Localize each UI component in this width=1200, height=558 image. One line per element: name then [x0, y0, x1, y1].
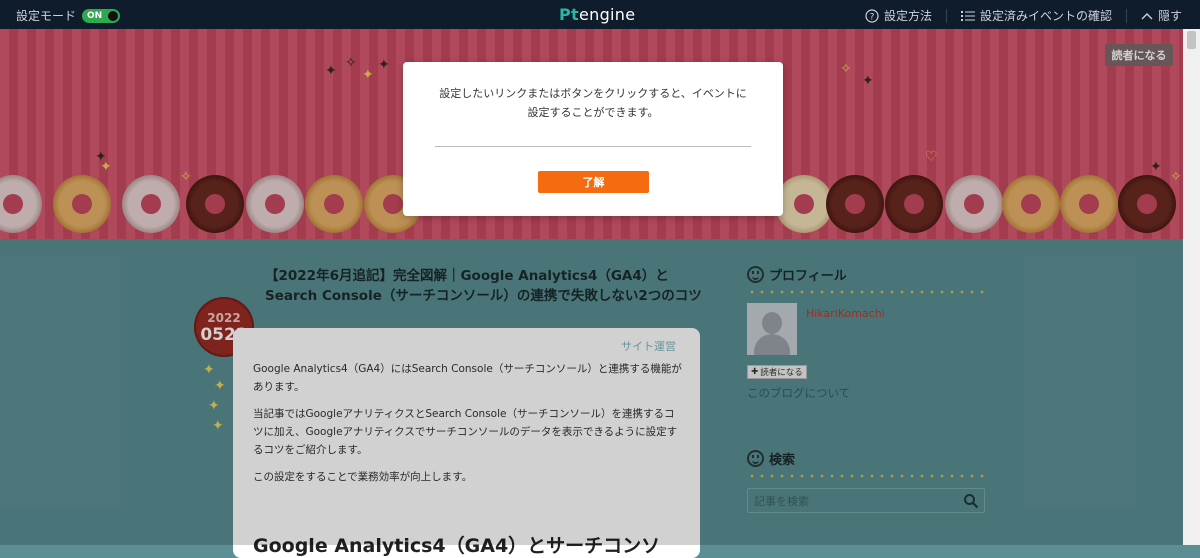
- setting-mode: 設定モード ON: [16, 7, 121, 24]
- dialog-message-line: 設定したいリンクまたはボタンをクリックすると、イベントに: [439, 87, 747, 100]
- hide-toolbar-button[interactable]: 隠す: [1141, 7, 1182, 24]
- ok-button[interactable]: 了解: [538, 171, 649, 193]
- toggle-state-label: ON: [87, 10, 103, 21]
- chevron-up-icon: [1141, 12, 1153, 19]
- hide-label: 隠す: [1157, 9, 1182, 23]
- toggle-knob: [108, 10, 119, 21]
- scrollbar-thumb[interactable]: [1187, 31, 1196, 49]
- page-scrollbar[interactable]: [1183, 29, 1200, 545]
- logo-prefix: Pt: [559, 5, 579, 24]
- list-icon: [960, 10, 975, 21]
- dialog-message: 設定したいリンクまたはボタンをクリックすると、イベントに 設定することができます…: [423, 84, 763, 122]
- setting-mode-toggle[interactable]: ON: [82, 8, 121, 23]
- logo-suffix: engine: [578, 5, 636, 24]
- event-setting-dialog: 設定したいリンクまたはボタンをクリックすると、イベントに 設定することができます…: [403, 62, 783, 216]
- help-label: 設定方法: [883, 9, 932, 23]
- svg-text:?: ?: [870, 12, 875, 22]
- setting-mode-label: 設定モード: [16, 9, 77, 23]
- events-list-button[interactable]: 設定済みイベントの確認: [960, 7, 1112, 24]
- toolbar-divider: [945, 8, 947, 23]
- question-circle-icon: ?: [865, 8, 879, 23]
- help-button[interactable]: ? 設定方法: [865, 7, 932, 24]
- ptengine-toolbar: 設定モード ON Ptengine ? 設定方法 設定済みイベントの確認 隠す: [0, 0, 1200, 29]
- dialog-message-line: 設定することができます。: [527, 106, 659, 119]
- ptengine-logo: Ptengine: [559, 5, 635, 24]
- events-list-label: 設定済みイベントの確認: [979, 9, 1112, 23]
- dialog-divider: [435, 146, 751, 147]
- toolbar-divider: [1125, 8, 1127, 23]
